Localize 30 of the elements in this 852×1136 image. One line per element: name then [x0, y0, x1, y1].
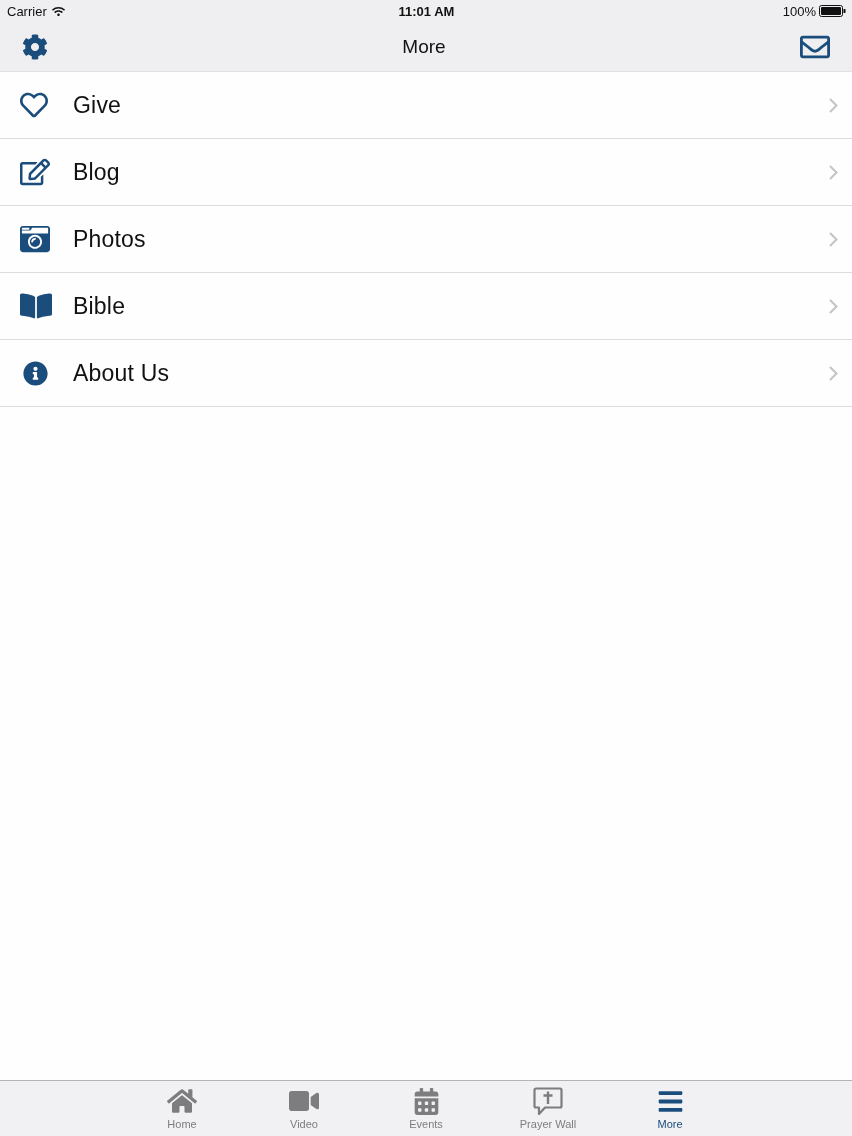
clock-time: 11:01 AM — [398, 3, 455, 19]
nav-title: More — [402, 35, 446, 58]
settings-icon — [22, 33, 48, 60]
chevron-right-icon — [829, 97, 838, 113]
menu-label: Bible — [73, 292, 127, 320]
wifi-icon — [51, 4, 65, 18]
menu-label: About Us — [73, 359, 171, 387]
tab-item[interactable]: Prayer Wall — [487, 1081, 609, 1136]
edit-icon — [20, 157, 50, 187]
chevron-right-icon — [829, 231, 838, 247]
tab-item[interactable]: Events — [365, 1081, 487, 1136]
battery-percent: 100% — [782, 3, 816, 19]
menu-label: Blog — [73, 158, 121, 186]
tab-item[interactable]: Video — [243, 1081, 365, 1136]
heart-icon — [20, 91, 48, 119]
menu-label: Photos — [73, 225, 147, 253]
house-icon — [167, 1086, 197, 1116]
battery-icon — [819, 5, 846, 17]
calendar-icon — [412, 1087, 440, 1115]
tab-item[interactable]: Home — [121, 1081, 243, 1136]
tab-item[interactable]: More — [609, 1081, 731, 1136]
chevron-right-icon — [829, 298, 838, 314]
chevron-right-icon — [829, 365, 838, 381]
chevron-right-icon — [829, 164, 838, 180]
speech-bubble-cross-icon — [533, 1086, 563, 1116]
camera-icon — [20, 224, 50, 254]
menu-label: Give — [73, 91, 123, 119]
settings-button[interactable] — [22, 33, 48, 60]
carrier-label: Carrier — [7, 3, 47, 19]
info-icon — [23, 360, 48, 386]
